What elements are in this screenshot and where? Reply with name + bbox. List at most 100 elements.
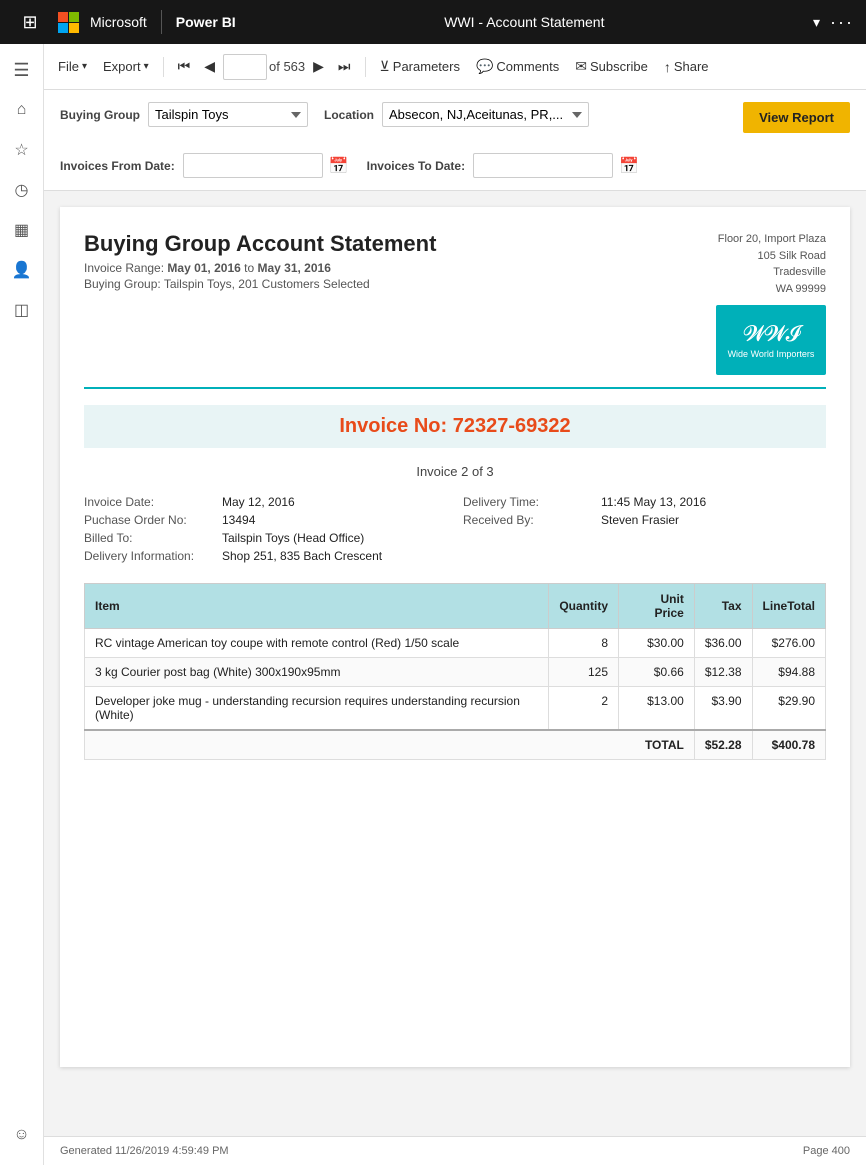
invoices-from-filter: Invoices From Date: 5/1/2016 📅 <box>60 153 351 178</box>
file-button[interactable]: File ▾ <box>52 55 93 78</box>
sidebar-smiley[interactable]: ☺ <box>4 1117 40 1153</box>
location-select[interactable]: Absecon, NJ,Aceitunas, PR,... <box>382 102 589 127</box>
share-icon: ↑ <box>664 59 671 75</box>
sidebar-bookmark[interactable]: ☆ <box>4 132 40 168</box>
cell-qty: 125 <box>549 658 619 687</box>
invoices-to-date-wrap: 5/31/2016 📅 <box>473 153 641 178</box>
parameters-button[interactable]: ⊻ Parameters <box>374 54 466 79</box>
address-line2: 105 Silk Road <box>718 248 826 265</box>
delivery-info-value: Shop 251, 835 Bach Crescent <box>222 549 382 563</box>
view-report-button[interactable]: View Report <box>743 102 850 133</box>
delivery-info-row2: Delivery Information: Shop 251, 835 Bach… <box>84 549 447 563</box>
col-price-header: Unit Price <box>619 584 695 629</box>
mail-icon: ✉ <box>575 58 587 75</box>
toolbar: File ▾ Export ▾ ⏮ ◀ 400 of 563 ▶ ⏭ ⊻ Par… <box>44 44 866 90</box>
received-by-value: Steven Frasier <box>601 513 679 527</box>
location-filter: Location Absecon, NJ,Aceitunas, PR,... <box>324 102 589 127</box>
invoices-from-date-wrap: 5/1/2016 📅 <box>183 153 351 178</box>
billed-to-value: Tailspin Toys (Head Office) <box>222 531 364 545</box>
address-line3: Tradesville <box>718 264 826 281</box>
sidebar-home[interactable]: ⌂ <box>4 92 40 128</box>
sidebar-hamburger[interactable]: ☰ <box>4 52 40 88</box>
invoices-from-input[interactable]: 5/1/2016 <box>183 153 323 178</box>
sidebar-clock[interactable]: ◷ <box>4 172 40 208</box>
filter-icon: ⊻ <box>380 58 390 75</box>
nav-last-button[interactable]: ⏭ <box>332 54 357 79</box>
cell-item: RC vintage American toy coupe with remot… <box>85 629 549 658</box>
report-invoice-range: Invoice Range: May 01, 2016 to May 31, 2… <box>84 261 436 275</box>
comment-icon: 💬 <box>476 58 493 75</box>
invoices-to-calendar-button[interactable]: 📅 <box>617 154 641 178</box>
share-button[interactable]: ↑ Share <box>658 55 715 79</box>
logo-wings-icon: 𝓦𝓦𝓘 <box>728 321 815 347</box>
cell-price: $30.00 <box>619 629 695 658</box>
buying-group-select[interactable]: Tailspin Toys <box>148 102 308 127</box>
col-item-header: Item <box>85 584 549 629</box>
toolbar-sep-1 <box>163 57 164 77</box>
product-label: Power BI <box>176 14 236 30</box>
report-document-title: Buying Group Account Statement <box>84 231 436 257</box>
page-number-input[interactable]: 400 <box>223 54 267 80</box>
address-line1: Floor 20, Import Plaza <box>718 231 826 248</box>
report-area: Buying Group Account Statement Invoice R… <box>44 191 866 1136</box>
more-options-button[interactable]: ··· <box>830 12 854 33</box>
col-total-header: LineTotal <box>752 584 825 629</box>
sidebar-grid[interactable]: ▦ <box>4 212 40 248</box>
export-chevron-icon: ▾ <box>144 61 149 72</box>
cell-price: $13.00 <box>619 687 695 731</box>
page-label: Page 400 <box>803 1145 850 1157</box>
invoices-to-label: Invoices To Date: <box>367 159 465 173</box>
sidebar-people[interactable]: 👤 <box>4 252 40 288</box>
report-header-right: Floor 20, Import Plaza 105 Silk Road Tra… <box>716 231 826 375</box>
ms-label: Microsoft <box>90 14 147 30</box>
received-by-row: Received By: Steven Frasier <box>463 513 826 527</box>
po-value: 13494 <box>222 513 255 527</box>
company-logo: 𝓦𝓦𝓘 Wide World Importers <box>716 305 826 375</box>
delivery-time-row: Delivery Time: 11:45 May 13, 2016 <box>463 495 826 509</box>
cell-qty: 8 <box>549 629 619 658</box>
comments-button[interactable]: 💬 Comments <box>470 54 565 79</box>
cell-qty: 2 <box>549 687 619 731</box>
nav-prev-button[interactable]: ◀ <box>198 54 221 79</box>
cell-linetotal: $276.00 <box>752 629 825 658</box>
invoice-range-to: May 31, 2016 <box>257 261 330 275</box>
sidebar: ☰ ⌂ ☆ ◷ ▦ 👤 ◫ ☺ <box>0 44 44 1165</box>
po-label: Puchase Order No: <box>84 513 214 527</box>
buying-group-line: Buying Group: Tailspin Toys, 201 Custome… <box>84 277 436 291</box>
invoices-from-label: Invoices From Date: <box>60 159 175 173</box>
table-row: 3 kg Courier post bag (White) 300x190x95… <box>85 658 826 687</box>
delivery-info-row <box>463 531 826 545</box>
export-button[interactable]: Export ▾ <box>97 55 155 78</box>
items-table: Item Quantity Unit Price Tax LineTotal R… <box>84 583 826 760</box>
date-filters-row: Invoices From Date: 5/1/2016 📅 Invoices … <box>60 153 850 178</box>
billed-to-row: Billed To: Tailspin Toys (Head Office) <box>84 531 447 545</box>
report-title-topbar: WWI - Account Statement <box>246 14 803 30</box>
invoice-date-value: May 12, 2016 <box>222 495 295 509</box>
nav-first-button[interactable]: ⏮ <box>172 54 197 79</box>
subscribe-button[interactable]: ✉ Subscribe <box>569 54 654 79</box>
buying-group-label: Buying Group <box>60 108 140 122</box>
cell-price: $0.66 <box>619 658 695 687</box>
invoices-from-calendar-button[interactable]: 📅 <box>327 154 351 178</box>
address-line4: WA 99999 <box>718 281 826 298</box>
table-total-row: TOTAL $52.28 $400.78 <box>85 730 826 760</box>
cell-item: 3 kg Courier post bag (White) 300x190x95… <box>85 658 549 687</box>
cell-tax: $36.00 <box>694 629 752 658</box>
report-divider <box>84 387 826 389</box>
po-row: Puchase Order No: 13494 <box>84 513 447 527</box>
report-header-left: Buying Group Account Statement Invoice R… <box>84 231 436 293</box>
cell-linetotal: $29.90 <box>752 687 825 731</box>
topbar-divider <box>161 10 162 34</box>
table-header-row: Item Quantity Unit Price Tax LineTotal <box>85 584 826 629</box>
nav-next-button[interactable]: ▶ <box>307 54 330 79</box>
grid-menu-icon[interactable]: ⊞ <box>12 4 48 40</box>
generated-label: Generated 11/26/2019 4:59:49 PM <box>60 1145 229 1157</box>
report-footer: Generated 11/26/2019 4:59:49 PM Page 400 <box>44 1136 866 1165</box>
company-address: Floor 20, Import Plaza 105 Silk Road Tra… <box>718 231 826 297</box>
logo-company-name: Wide World Importers <box>728 349 815 359</box>
invoice-details: Invoice Date: May 12, 2016 Delivery Time… <box>84 495 826 563</box>
sidebar-pages[interactable]: ◫ <box>4 292 40 328</box>
toolbar-sep-2 <box>365 57 366 77</box>
invoices-to-input[interactable]: 5/31/2016 <box>473 153 613 178</box>
location-label: Location <box>324 108 374 122</box>
